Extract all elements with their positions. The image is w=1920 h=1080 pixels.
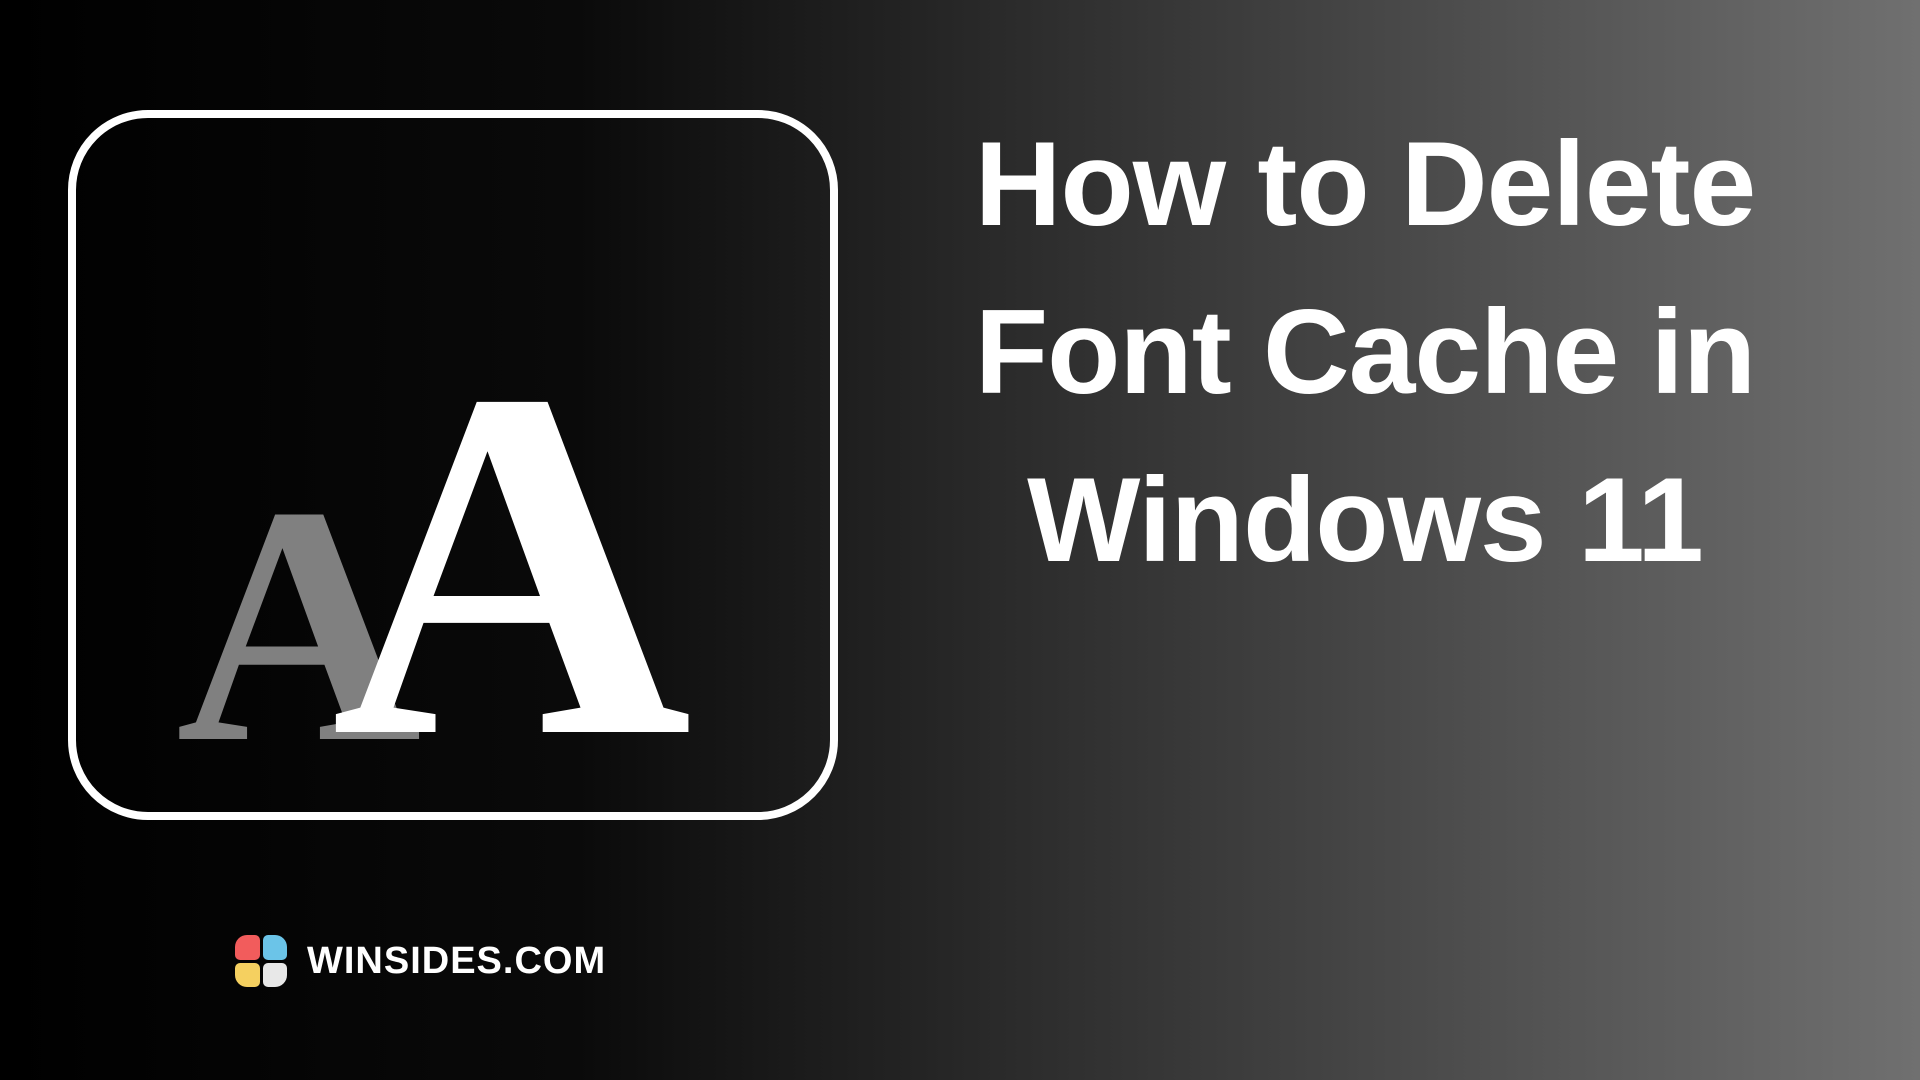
- font-icon-container: A A: [68, 110, 838, 820]
- page-title: How to Delete Font Cache in Windows 11: [880, 100, 1850, 604]
- font-letters-group: A A: [76, 332, 830, 752]
- logo-tile-white: [263, 963, 288, 988]
- font-letter-large-icon: A: [331, 377, 692, 752]
- brand-container: WINSIDES.COM: [235, 935, 606, 987]
- brand-logo-icon: [235, 935, 287, 987]
- logo-tile-blue: [263, 935, 288, 960]
- brand-name: WINSIDES.COM: [307, 940, 606, 983]
- logo-tile-yellow: [235, 963, 260, 988]
- logo-tile-red: [235, 935, 260, 960]
